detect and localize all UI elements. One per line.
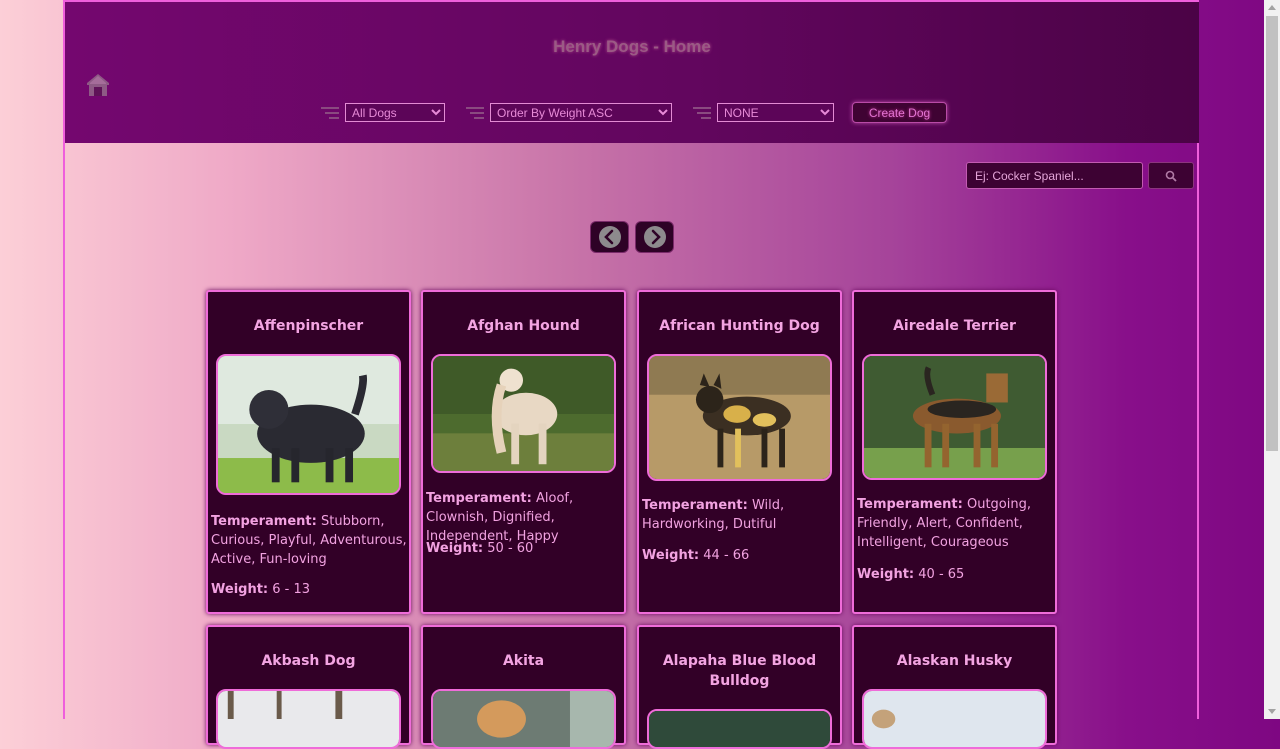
temperament-select[interactable]: NONE (717, 103, 834, 122)
dog-name: Affenpinscher (253, 318, 364, 334)
create-dog-button[interactable]: Create Dog (852, 102, 947, 123)
dog-image (431, 689, 616, 749)
dog-image (647, 354, 832, 481)
dog-image (647, 709, 832, 749)
dog-image (216, 354, 401, 495)
dog-card[interactable]: Akita (421, 625, 626, 749)
scroll-down-icon[interactable] (1268, 709, 1276, 714)
dog-card[interactable]: Alaskan Husky (852, 625, 1057, 749)
dog-weight: Weight: 44 - 66 (642, 548, 750, 563)
page-title: Henry Dogs - Home (553, 37, 711, 56)
dog-image (216, 689, 401, 749)
search-icon (1165, 170, 1177, 182)
dog-name: Alaskan Husky (896, 653, 1013, 669)
prev-page-button[interactable] (590, 221, 629, 253)
search-input[interactable] (966, 162, 1143, 189)
filter-origin: All Dogs (321, 103, 445, 122)
dog-name: Afghan Hound (467, 318, 580, 334)
dog-image (862, 689, 1047, 749)
dog-card[interactable]: Afghan Hound Temperament: Aloof, Clownis… (421, 290, 626, 614)
order-select[interactable]: Order By Weight ASC (490, 103, 672, 122)
dog-image (862, 354, 1047, 480)
next-page-button[interactable] (635, 221, 674, 253)
dog-card[interactable]: African Hunting Dog Temperament: Wild, H… (637, 290, 842, 614)
chevron-right-icon (643, 226, 666, 248)
dog-card[interactable]: Airedale Terrier Temperament: Outgoing, … (852, 290, 1057, 614)
dog-temperament: Temperament: Stubborn, Curious, Playful,… (211, 514, 407, 567)
dog-name: Akbash Dog (261, 653, 356, 669)
filter-icon (466, 106, 484, 119)
scroll-up-icon[interactable] (1268, 5, 1276, 10)
filter-icon (321, 106, 339, 119)
scrollbar-thumb[interactable] (1266, 16, 1278, 451)
dog-card[interactable]: Akbash Dog (206, 625, 411, 749)
dog-name: African Hunting Dog (659, 318, 820, 334)
home-icon[interactable] (85, 71, 111, 97)
origin-select[interactable]: All Dogs (345, 103, 445, 122)
dog-card[interactable]: Affenpinscher Temperament: Stubborn, Cur… (206, 290, 411, 614)
dog-weight: Weight: 50 - 60 (426, 541, 534, 556)
dog-weight: Weight: 6 - 13 (211, 582, 311, 597)
filter-icon (693, 106, 711, 119)
dog-temperament: Temperament: Outgoing, Friendly, Alert, … (857, 497, 1031, 550)
dog-name: Airedale Terrier (893, 318, 1016, 334)
dog-temperament: Temperament: Aloof, Clownish, Dignified,… (426, 491, 574, 544)
dog-weight: Weight: 40 - 65 (857, 567, 965, 582)
dog-card[interactable]: Alapaha Blue Blood Bulldog (637, 625, 842, 749)
dog-name: Akita (502, 653, 545, 669)
search-button[interactable] (1148, 162, 1194, 189)
dog-temperament: Temperament: Wild, Hardworking, Dutiful (642, 498, 785, 532)
filter-order: Order By Weight ASC (466, 103, 672, 122)
filter-temperament: NONE (693, 103, 834, 122)
dog-image (431, 354, 616, 473)
dog-name: Alapaha Blue Blood Bulldog (662, 653, 817, 689)
chevron-left-icon (598, 226, 621, 248)
